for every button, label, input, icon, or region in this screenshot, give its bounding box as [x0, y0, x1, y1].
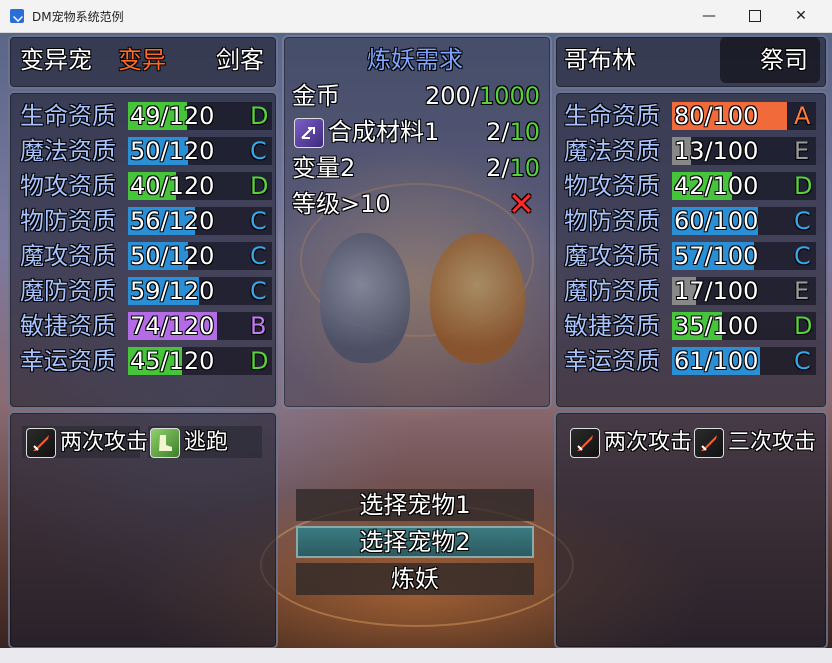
stat-label: 魔攻资质 [20, 242, 116, 270]
stat-label: 幸运资质 [20, 347, 116, 375]
stat-value: 13/100 [674, 137, 759, 165]
stat-grade: C [250, 137, 267, 165]
stat-grade: C [250, 207, 267, 235]
stat-label: 敏捷资质 [20, 312, 116, 340]
stat-grade: D [250, 172, 269, 200]
stat-label: 物防资质 [20, 207, 116, 235]
stat-grade: B [250, 312, 267, 340]
stat-value: 60/100 [674, 207, 759, 235]
menu-option-2[interactable]: 选择宠物2 [296, 526, 534, 558]
boot-icon [150, 428, 180, 458]
window-title: DM宠物系统范例 [32, 10, 124, 24]
stat-label: 物攻资质 [564, 172, 660, 200]
requirement-progress: 2/10 [486, 153, 540, 183]
stat-grade: D [794, 172, 813, 200]
requirement-label: 金币 [292, 82, 340, 110]
sword-icon [26, 428, 56, 458]
right-skill-2[interactable]: 三次攻击 [728, 428, 816, 458]
stat-value: 61/100 [674, 347, 759, 375]
stat-label: 生命资质 [20, 102, 116, 130]
close-button[interactable]: ✕ [778, 0, 824, 32]
left-skill-2[interactable]: 逃跑 [184, 428, 228, 458]
stat-value: 57/100 [674, 242, 759, 270]
stat-grade: C [794, 347, 811, 375]
right-pet-name: 哥布林 [564, 46, 636, 74]
stat-grade: E [794, 277, 810, 305]
right-pet-class: 祭司 [760, 46, 808, 74]
material-icon [294, 118, 324, 148]
stat-grade: D [794, 312, 813, 340]
stat-value: 17/100 [674, 277, 759, 305]
stat-grade: D [250, 347, 269, 375]
window-titlebar: DM宠物系统范例 — ✕ [0, 0, 832, 33]
background-taskbar [0, 648, 832, 663]
stat-value: 74/120 [130, 312, 215, 340]
stat-value: 40/120 [130, 172, 215, 200]
stat-label: 魔攻资质 [564, 242, 660, 270]
stat-label: 魔法资质 [20, 137, 116, 165]
stat-value: 59/120 [130, 277, 215, 305]
stat-label: 敏捷资质 [564, 312, 660, 340]
stat-value: 50/120 [130, 242, 215, 270]
stat-grade: C [794, 242, 811, 270]
menu-option-1[interactable]: 选择宠物1 [296, 489, 534, 521]
stat-grade: C [250, 242, 267, 270]
stat-label: 物攻资质 [20, 172, 116, 200]
requirement-label: 等级>10 [292, 190, 391, 218]
requirement-need: 10 [509, 118, 540, 146]
requirement-progress: 200/1000 [425, 81, 540, 111]
stat-value: 35/100 [674, 312, 759, 340]
stat-value: 80/100 [674, 102, 759, 130]
stat-label: 魔防资质 [564, 277, 660, 305]
requirement-progress: 2/10 [486, 117, 540, 147]
stat-grade: C [794, 207, 811, 235]
requirement-have: 2 [486, 118, 502, 146]
fail-cross-icon: ✕ [508, 185, 535, 223]
stat-value: 45/120 [130, 347, 215, 375]
maximize-button[interactable] [732, 0, 778, 32]
stat-label: 生命资质 [564, 102, 660, 130]
mutation-tag: 变异 [118, 46, 166, 74]
sword-icon [694, 428, 724, 458]
game-stage: 变异宠 变异 剑客 生命资质 49/120 D 魔法资质 50/120 C 物攻资质 40/1… [0, 33, 832, 648]
stat-label: 物防资质 [564, 207, 660, 235]
left-skill-1[interactable]: 两次攻击 [60, 428, 148, 458]
refine-title: 炼妖需求 [367, 46, 463, 74]
maximize-icon [749, 10, 761, 22]
stat-grade: E [794, 137, 810, 165]
right-skill-1[interactable]: 两次攻击 [604, 428, 692, 458]
requirement-separator: / [470, 82, 479, 110]
sword-icon [570, 428, 600, 458]
menu-option-3[interactable]: 炼妖 [296, 563, 534, 595]
stat-label: 魔法资质 [564, 137, 660, 165]
stat-grade: A [794, 102, 811, 130]
app-icon [10, 9, 24, 23]
stat-value: 49/120 [130, 102, 215, 130]
minimize-button[interactable]: — [686, 0, 732, 32]
requirement-label: 合成材料1 [328, 118, 440, 146]
requirement-label: 变量2 [292, 154, 356, 182]
requirement-need: 10 [509, 154, 540, 182]
requirement-have: 2 [486, 154, 502, 182]
stat-label: 幸运资质 [564, 347, 660, 375]
stat-value: 50/120 [130, 137, 215, 165]
stat-label: 魔防资质 [20, 277, 116, 305]
left-pet-name: 变异宠 [20, 46, 92, 74]
stat-grade: C [250, 277, 267, 305]
stat-value: 56/120 [130, 207, 215, 235]
stat-grade: D [250, 102, 269, 130]
left-pet-class: 剑客 [216, 46, 264, 74]
stat-value: 42/100 [674, 172, 759, 200]
requirement-have: 200 [425, 82, 471, 110]
requirement-need: 1000 [478, 82, 540, 110]
